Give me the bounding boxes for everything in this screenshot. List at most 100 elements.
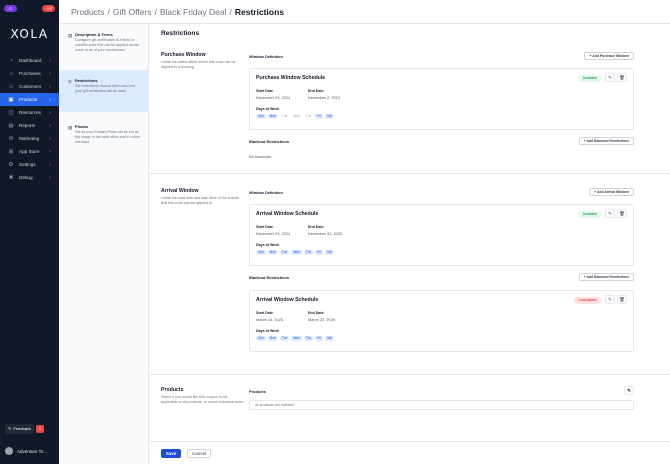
step-description-terms[interactable]: ▤ Description & Terms Configure gift cer… (59, 24, 149, 59)
customers-icon: ☺ (8, 83, 14, 90)
section-title: Arrival Window (161, 188, 199, 194)
sidebar-item-label: Products (19, 97, 38, 102)
step-description: Configure gift certificates at a fixed o… (75, 38, 140, 52)
sidebar-item-label: Reports (19, 123, 36, 128)
days-of-week: Sun Mon Tue Wed Thu Fri Sat (256, 250, 334, 255)
day-chip-mon: Mon (267, 250, 278, 255)
edit-icon[interactable]: ✎ (605, 209, 615, 218)
sidebar-item-products[interactable]: ▣ Products › (0, 93, 59, 106)
breadcrumb: Products / Gift Offers / Black Friday Deal… (59, 0, 670, 24)
sidebar-item-debug[interactable]: ✖ Debug › (0, 171, 59, 184)
status-badge: Available (578, 75, 601, 82)
sidebar-item-settings[interactable]: ⚙ Settings › (0, 158, 59, 171)
products-icon: ▣ (8, 96, 14, 103)
sidebar-nav: ◔ Dashboard › ⌂ Purchases › ☺ Customers › ▣ Pro… (0, 54, 59, 184)
sidebar-item-marketing[interactable]: ✉ Marketing › (0, 132, 59, 145)
field-label: Start Date (256, 225, 273, 229)
day-chip-sat: Sat (324, 250, 334, 255)
step-photos[interactable]: ▨ Photos Set as your Primary Photo will … (59, 116, 149, 151)
edit-icon[interactable]: ✎ (605, 73, 615, 82)
products-label: Products (249, 388, 266, 394)
field-label: Days of Week (256, 329, 280, 333)
step-restrictions[interactable]: ⊘ Restrictions Set restrictions around w… (59, 70, 149, 112)
feedback-button[interactable]: ✎ Feedback (5, 424, 34, 434)
breadcrumb-black-friday-deal[interactable]: Black Friday Deal (160, 7, 227, 17)
day-chip-wed: Wed (293, 114, 300, 118)
status-badge: Available (578, 211, 601, 218)
sidebar-item-resources[interactable]: ◫ Resources › (0, 106, 59, 119)
trash-icon[interactable]: 🗑 (617, 209, 627, 218)
status-badge: Unavailable (574, 297, 601, 304)
purchase-window-card: Purchase Window Schedule Available ✎ 🗑 S… (249, 68, 634, 130)
step-title: Photos (75, 124, 89, 129)
cancel-button[interactable]: Cancel (187, 449, 211, 458)
day-chip-mon: Mon (267, 114, 278, 119)
add-arrival-window-button[interactable]: + Add Arrival Window (589, 188, 634, 196)
add-blackout-button[interactable]: + Add Blackout Restrictions (578, 137, 634, 145)
resources-icon: ◫ (8, 109, 14, 116)
steps-panel: ▤ Description & Terms Configure gift cer… (59, 24, 149, 464)
section-body: Window Definition + Add Arrival Window A… (249, 188, 634, 378)
section-description: Limits the dates within which this code … (161, 60, 236, 69)
products-section: Products Select if you would like this c… (161, 386, 670, 437)
step-description: Set as your Primary Photo will be set as… (75, 130, 141, 144)
feedback-count-badge[interactable]: 0 (35, 425, 45, 433)
alert-badge[interactable]: -24 (42, 5, 55, 12)
card-title: Purchase Window Schedule (256, 75, 326, 81)
purchase-window-section: Purchase Window Limits the dates within … (161, 52, 670, 176)
sidebar-item-app-store[interactable]: ⊞ App Store › (0, 145, 59, 158)
day-chip-thu: Thu (305, 114, 312, 118)
trash-icon[interactable]: 🗑 (617, 295, 627, 304)
feedback-area: ✎ Feedback 0 (5, 424, 51, 434)
sidebar-item-reports[interactable]: ▤ Reports › (0, 119, 59, 132)
blackout-label: Blackout Restrictions (249, 274, 289, 280)
day-chip-mon: Mon (267, 336, 278, 341)
window-definition-header: Window Definition + Add Purchase Window (249, 51, 634, 61)
day-chip-sat: Sat (324, 336, 334, 341)
sidebar-item-label: Debug (19, 175, 33, 180)
xola-logo[interactable]: XOLA (0, 27, 59, 41)
start-date-field: Start Date March 16, 2025 (256, 311, 283, 322)
chevron-right-icon: › (49, 174, 51, 181)
edit-icon[interactable]: ✎ (624, 386, 634, 395)
section-intro: Products Select if you would like this c… (161, 387, 243, 405)
arrival-window-section: Arrival Window Limits the start date and… (161, 188, 670, 378)
edit-icon[interactable]: ✎ (605, 295, 615, 304)
sidebar: 0 -24 XOLA ◔ Dashboard › ⌂ Purchases › ☺ Cust… (0, 0, 59, 464)
products-selection[interactable]: All products are selected (249, 400, 634, 410)
sidebar-item-label: App Store (19, 149, 40, 154)
breadcrumb-gift-offers[interactable]: Gift Offers (113, 7, 152, 17)
image-icon: ▨ (68, 125, 73, 130)
days-label-field: Days of Week (256, 107, 279, 113)
sidebar-item-dashboard[interactable]: ◔ Dashboard › (0, 54, 59, 67)
window-definition-label: Window Definition (249, 53, 283, 59)
section-body: Window Definition + Add Purchase Window … (249, 52, 634, 176)
marketing-icon: ✉ (8, 135, 14, 142)
blackout-label: Blackout Restrictions (249, 138, 289, 144)
form-footer: Save Cancel (149, 441, 670, 464)
add-purchase-window-button[interactable]: + Add Purchase Window (584, 52, 634, 60)
step-title: Description & Terms (75, 32, 113, 37)
sidebar-item-purchases[interactable]: ⌂ Purchases › (0, 67, 59, 80)
account-name: Adventure To... (17, 448, 48, 454)
account-menu[interactable]: Adventure To... (5, 445, 55, 457)
field-value: November 29, 2024 (256, 95, 291, 100)
add-blackout-button[interactable]: + Add Blackout Restrictions (578, 273, 634, 281)
breadcrumb-products[interactable]: Products (71, 7, 105, 17)
day-chip-sat: Sat (324, 114, 334, 119)
section-title: Purchase Window (161, 52, 206, 58)
save-button[interactable]: Save (161, 449, 181, 458)
notification-badge[interactable]: 0 (4, 5, 17, 12)
sidebar-item-customers[interactable]: ☺ Customers › (0, 80, 59, 93)
chevron-right-icon: › (49, 161, 51, 168)
chevron-right-icon: › (49, 109, 51, 116)
section-body: Products ✎ All products are selected (249, 386, 634, 427)
sidebar-item-label: Resources (19, 110, 41, 115)
day-chip-wed: Wed (291, 250, 302, 255)
chevron-right-icon: › (49, 148, 51, 155)
days-of-week: Sun Mon Tue Wed Thu Fri Sat (256, 336, 334, 341)
field-value: December 2, 2024 (308, 95, 341, 100)
trash-icon[interactable]: 🗑 (617, 73, 627, 82)
end-date-field: End Date December 2, 2024 (308, 89, 340, 100)
section-intro: Arrival Window Limits the start date and… (161, 188, 243, 206)
